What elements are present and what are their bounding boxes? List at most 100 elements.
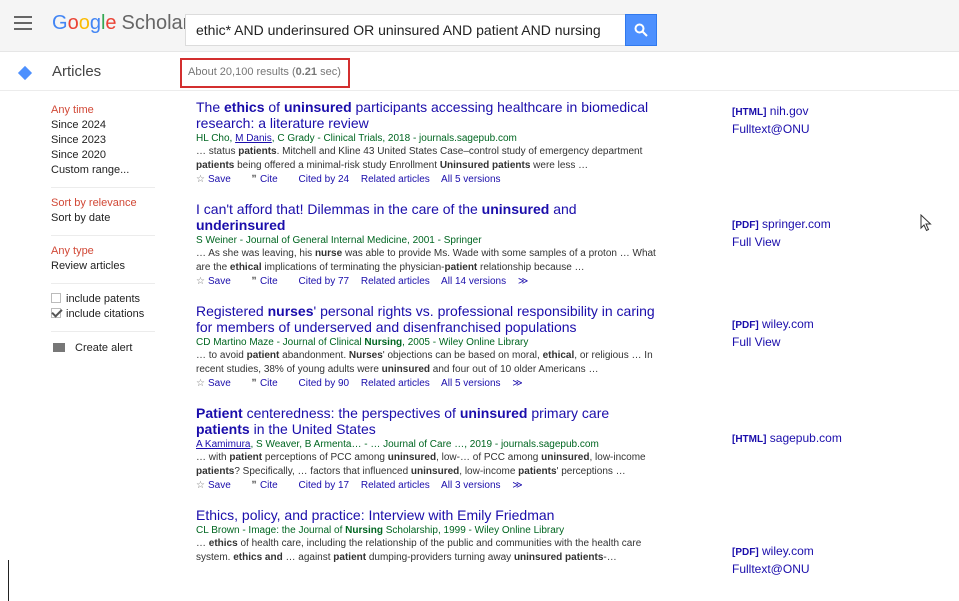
result-item: Patient centeredness: the perspectives o… bbox=[196, 405, 666, 493]
google-scholar-logo[interactable]: Google Scholar bbox=[52, 12, 189, 35]
result-snippet: … with patient perceptions of PCC among … bbox=[196, 452, 646, 477]
quote-icon: ❞ bbox=[251, 174, 257, 185]
sub-bar: Articles About 20,100 results (0.21 sec) bbox=[0, 53, 959, 91]
result-authors: CD Martino Maze - Journal of Clinical Nu… bbox=[196, 337, 529, 348]
fulltext-link[interactable]: Full View bbox=[732, 334, 922, 350]
versions-link[interactable]: All 5 versions bbox=[441, 174, 500, 185]
result-snippet: … As she was leaving, his nurse was able… bbox=[196, 248, 656, 273]
sort-by-date[interactable]: Sort by date bbox=[51, 211, 155, 226]
fulltext-link[interactable]: Fulltext@ONU bbox=[732, 121, 922, 137]
filter-custom-range[interactable]: Custom range... bbox=[51, 163, 155, 178]
star-icon: ☆ bbox=[196, 378, 205, 389]
filter-sidebar: Any time Since 2024 Since 2023 Since 202… bbox=[51, 103, 155, 356]
fulltext-link-group: [PDF] springer.com Full View bbox=[732, 216, 922, 250]
cite-button[interactable]: ❞ Cite bbox=[252, 276, 287, 287]
filter-since-2024[interactable]: Since 2024 bbox=[51, 118, 155, 133]
fulltext-link[interactable]: Full View bbox=[732, 234, 922, 250]
versions-link[interactable]: All 14 versions bbox=[441, 276, 506, 287]
result-authors: HL Cho, M Danis, C Grady - Clinical Tria… bbox=[196, 133, 517, 144]
include-citations-row[interactable]: include citations bbox=[51, 307, 155, 322]
related-articles-link[interactable]: Related articles bbox=[361, 276, 430, 287]
sort-filter: Sort by relevance Sort by date bbox=[51, 196, 155, 236]
related-articles-link[interactable]: Related articles bbox=[361, 174, 430, 185]
fulltext-link-group: [PDF] wiley.com Fulltext@ONU bbox=[732, 543, 922, 577]
quote-icon: ❞ bbox=[251, 480, 257, 491]
type-filter: Any type Review articles bbox=[51, 244, 155, 284]
result-title[interactable]: The ethics of uninsured participants acc… bbox=[196, 99, 666, 131]
source-link[interactable]: [PDF] springer.com bbox=[732, 216, 922, 234]
source-link[interactable]: [PDF] wiley.com bbox=[732, 543, 922, 561]
result-title[interactable]: I can't afford that! Dilemmas in the car… bbox=[196, 201, 666, 233]
more-icon[interactable]: ≫ bbox=[518, 276, 528, 287]
top-bar: Google Scholar bbox=[0, 0, 959, 52]
source-link[interactable]: [HTML] sagepub.com bbox=[732, 430, 922, 448]
save-button[interactable]: ☆ Save bbox=[196, 174, 240, 185]
related-articles-link[interactable]: Related articles bbox=[361, 480, 430, 491]
include-options: include patents include citations bbox=[51, 292, 155, 332]
result-snippet: … status patients. Mitchell and Kline 43… bbox=[196, 146, 643, 171]
quote-icon: ❞ bbox=[251, 276, 257, 287]
time-filter: Any time Since 2024 Since 2023 Since 202… bbox=[51, 103, 155, 188]
mouse-cursor-icon bbox=[920, 214, 932, 232]
include-patents-checkbox[interactable] bbox=[51, 293, 61, 303]
cite-button[interactable]: ❞ Cite bbox=[252, 378, 287, 389]
source-link[interactable]: [PDF] wiley.com bbox=[732, 316, 922, 334]
section-label: Articles bbox=[52, 63, 102, 80]
results-list: The ethics of uninsured participants acc… bbox=[196, 99, 666, 579]
result-item: Ethics, policy, and practice: Interview … bbox=[196, 507, 666, 565]
source-link[interactable]: [HTML] nih.gov bbox=[732, 103, 922, 121]
result-actions: ☆ Save ❞ Cite Cited by 77 Related articles… bbox=[196, 275, 666, 289]
star-icon: ☆ bbox=[196, 174, 205, 185]
cited-by-link[interactable]: Cited by 90 bbox=[299, 378, 350, 389]
result-snippet: … to avoid patient abandonment. Nurses' … bbox=[196, 350, 653, 375]
results-stats: About 20,100 results (0.21 sec) bbox=[180, 58, 350, 88]
related-articles-link[interactable]: Related articles bbox=[361, 378, 430, 389]
save-button[interactable]: ☆ Save bbox=[196, 276, 240, 287]
cited-by-link[interactable]: Cited by 17 bbox=[299, 480, 350, 491]
more-icon[interactable]: ≫ bbox=[512, 378, 522, 389]
include-citations-checkbox[interactable] bbox=[51, 308, 61, 318]
versions-link[interactable]: All 5 versions bbox=[441, 378, 500, 389]
cite-button[interactable]: ❞ Cite bbox=[252, 174, 287, 185]
fulltext-link[interactable]: Fulltext@ONU bbox=[732, 561, 922, 577]
fulltext-link-group: [HTML] nih.gov Fulltext@ONU bbox=[732, 103, 922, 137]
save-button[interactable]: ☆ Save bbox=[196, 480, 240, 491]
result-authors: S Weiner - Journal of General Internal M… bbox=[196, 235, 482, 246]
filter-any-time[interactable]: Any time bbox=[51, 103, 155, 118]
create-alert-button[interactable]: Create alert bbox=[51, 340, 155, 356]
sort-by-relevance[interactable]: Sort by relevance bbox=[51, 196, 155, 211]
filter-since-2020[interactable]: Since 2020 bbox=[51, 148, 155, 163]
result-actions: ☆ Save ❞ Cite Cited by 17 Related articles… bbox=[196, 479, 666, 493]
result-authors: CL Brown - Image: the Journal of Nursing… bbox=[196, 525, 565, 536]
result-actions: ☆ Save ❞ Cite Cited by 90 Related articles… bbox=[196, 377, 666, 391]
result-title[interactable]: Registered nurses' personal rights vs. p… bbox=[196, 303, 666, 335]
result-snippet: … ethics of health care, including the r… bbox=[196, 538, 642, 563]
save-button[interactable]: ☆ Save bbox=[196, 378, 240, 389]
result-title[interactable]: Patient centeredness: the perspectives o… bbox=[196, 405, 666, 437]
result-authors: A Kamimura, S Weaver, B Armenta… - … Jou… bbox=[196, 439, 599, 450]
search-icon bbox=[634, 23, 648, 37]
filter-any-type[interactable]: Any type bbox=[51, 244, 155, 259]
cited-by-link[interactable]: Cited by 77 bbox=[299, 276, 350, 287]
filter-since-2023[interactable]: Since 2023 bbox=[51, 133, 155, 148]
cite-button[interactable]: ❞ Cite bbox=[252, 480, 287, 491]
search-button[interactable] bbox=[625, 14, 657, 46]
search-input[interactable] bbox=[185, 14, 625, 46]
cited-by-link[interactable]: Cited by 24 bbox=[299, 174, 350, 185]
fulltext-link-group: [PDF] wiley.com Full View bbox=[732, 316, 922, 350]
envelope-icon bbox=[53, 343, 65, 352]
versions-link[interactable]: All 3 versions bbox=[441, 480, 500, 491]
articles-icon bbox=[17, 65, 33, 81]
star-icon: ☆ bbox=[196, 276, 205, 287]
more-icon[interactable]: ≫ bbox=[512, 480, 522, 491]
result-actions: ☆ Save ❞ Cite Cited by 24 Related articles… bbox=[196, 173, 666, 187]
result-item: Registered nurses' personal rights vs. p… bbox=[196, 303, 666, 391]
result-title[interactable]: Ethics, policy, and practice: Interview … bbox=[196, 507, 666, 523]
divider bbox=[8, 560, 9, 601]
result-item: The ethics of uninsured participants acc… bbox=[196, 99, 666, 187]
star-icon: ☆ bbox=[196, 480, 205, 491]
include-patents-row[interactable]: include patents bbox=[51, 292, 155, 307]
filter-review-articles[interactable]: Review articles bbox=[51, 259, 155, 274]
menu-icon[interactable] bbox=[14, 16, 32, 30]
quote-icon: ❞ bbox=[251, 378, 257, 389]
